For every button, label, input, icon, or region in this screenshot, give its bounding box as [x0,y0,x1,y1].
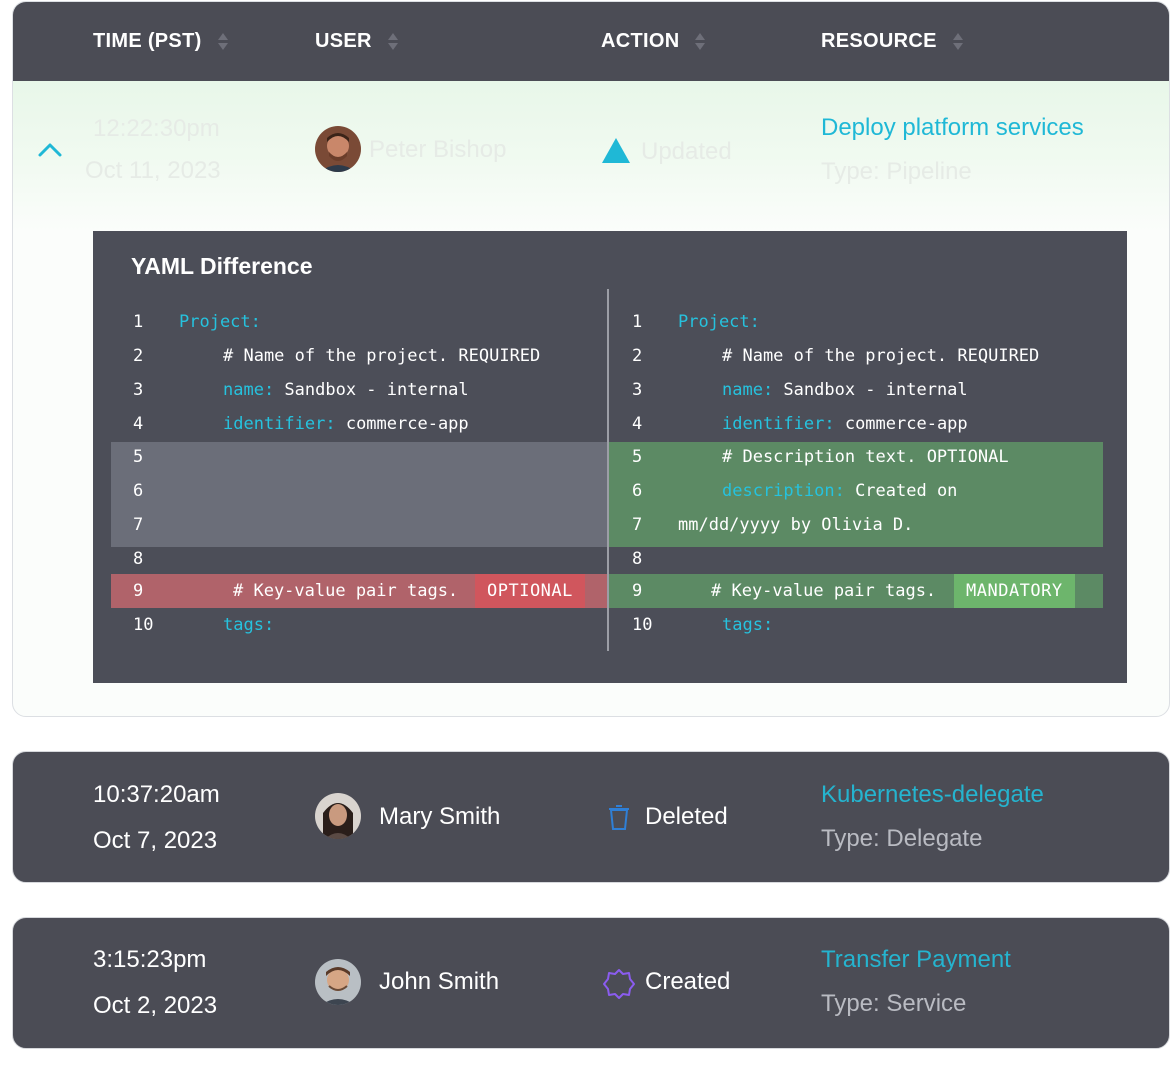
row-date: Oct 11, 2023 [85,157,221,184]
row-date: Oct 2, 2023 [93,992,218,1019]
column-header-label: ACTION [601,30,680,52]
resource-link[interactable]: Deploy platform services [821,114,1084,142]
avatar [315,793,361,839]
sort-icon[interactable] [695,33,706,50]
avatar [315,959,361,1005]
column-header-action[interactable]: ACTION [601,2,706,81]
row-action: Created [645,968,731,995]
row-user: John Smith [379,968,500,995]
expanded-audit-row: TIME (PST) USER ACTION RESOURCE 12:22:30… [12,1,1170,717]
sort-icon[interactable] [217,33,228,50]
row-action: Updated [641,138,732,165]
row-time: 3:15:23pm [93,946,207,973]
row-user: Peter Bishop [369,136,507,163]
table-row[interactable]: 3:15:23pm Oct 2, 2023 John Smith Created… [12,917,1170,1049]
yaml-diff-panel: YAML Difference 1 Project: 2 # Name of the… [93,231,1127,683]
table-row[interactable]: 10:37:20am Oct 7, 2023 Mary Smith Delete… [12,751,1170,883]
sort-icon[interactable] [387,33,398,50]
column-header-label: RESOURCE [821,30,937,52]
column-header-time[interactable]: TIME (PST) [93,2,228,81]
column-header-label: USER [315,30,372,52]
resource-link[interactable]: Kubernetes-delegate [821,781,1044,809]
chevron-up-icon[interactable] [37,137,63,163]
mandatory-badge: MANDATORY [954,574,1075,608]
row-time: 12:22:30pm [93,115,220,142]
resource-type: Type: Delegate [821,825,983,852]
resource-link[interactable]: Transfer Payment [821,946,1011,974]
resource-type: Type: Service [821,990,967,1017]
column-header-label: TIME (PST) [93,30,202,52]
optional-badge: OPTIONAL [475,574,585,608]
avatar [315,126,361,172]
sort-icon[interactable] [952,33,963,50]
row-action: Deleted [645,803,728,830]
trash-icon [609,805,629,830]
removed-block-highlight [111,442,607,547]
column-header-user[interactable]: USER [315,2,398,81]
row-user: Mary Smith [379,803,501,830]
row-date: Oct 7, 2023 [93,827,218,854]
table-header: TIME (PST) USER ACTION RESOURCE [13,2,1169,81]
starburst-icon [603,969,635,999]
row-time: 10:37:20am [93,781,220,808]
expanded-row-summary[interactable]: 12:22:30pm Oct 11, 2023 Peter Bishop Upd… [13,81,1169,231]
triangle-up-icon [602,138,630,163]
column-header-resource[interactable]: RESOURCE [821,2,963,81]
yaml-diff-title: YAML Difference [131,253,313,279]
resource-type: Type: Pipeline [821,158,972,185]
diff-divider [607,289,609,651]
